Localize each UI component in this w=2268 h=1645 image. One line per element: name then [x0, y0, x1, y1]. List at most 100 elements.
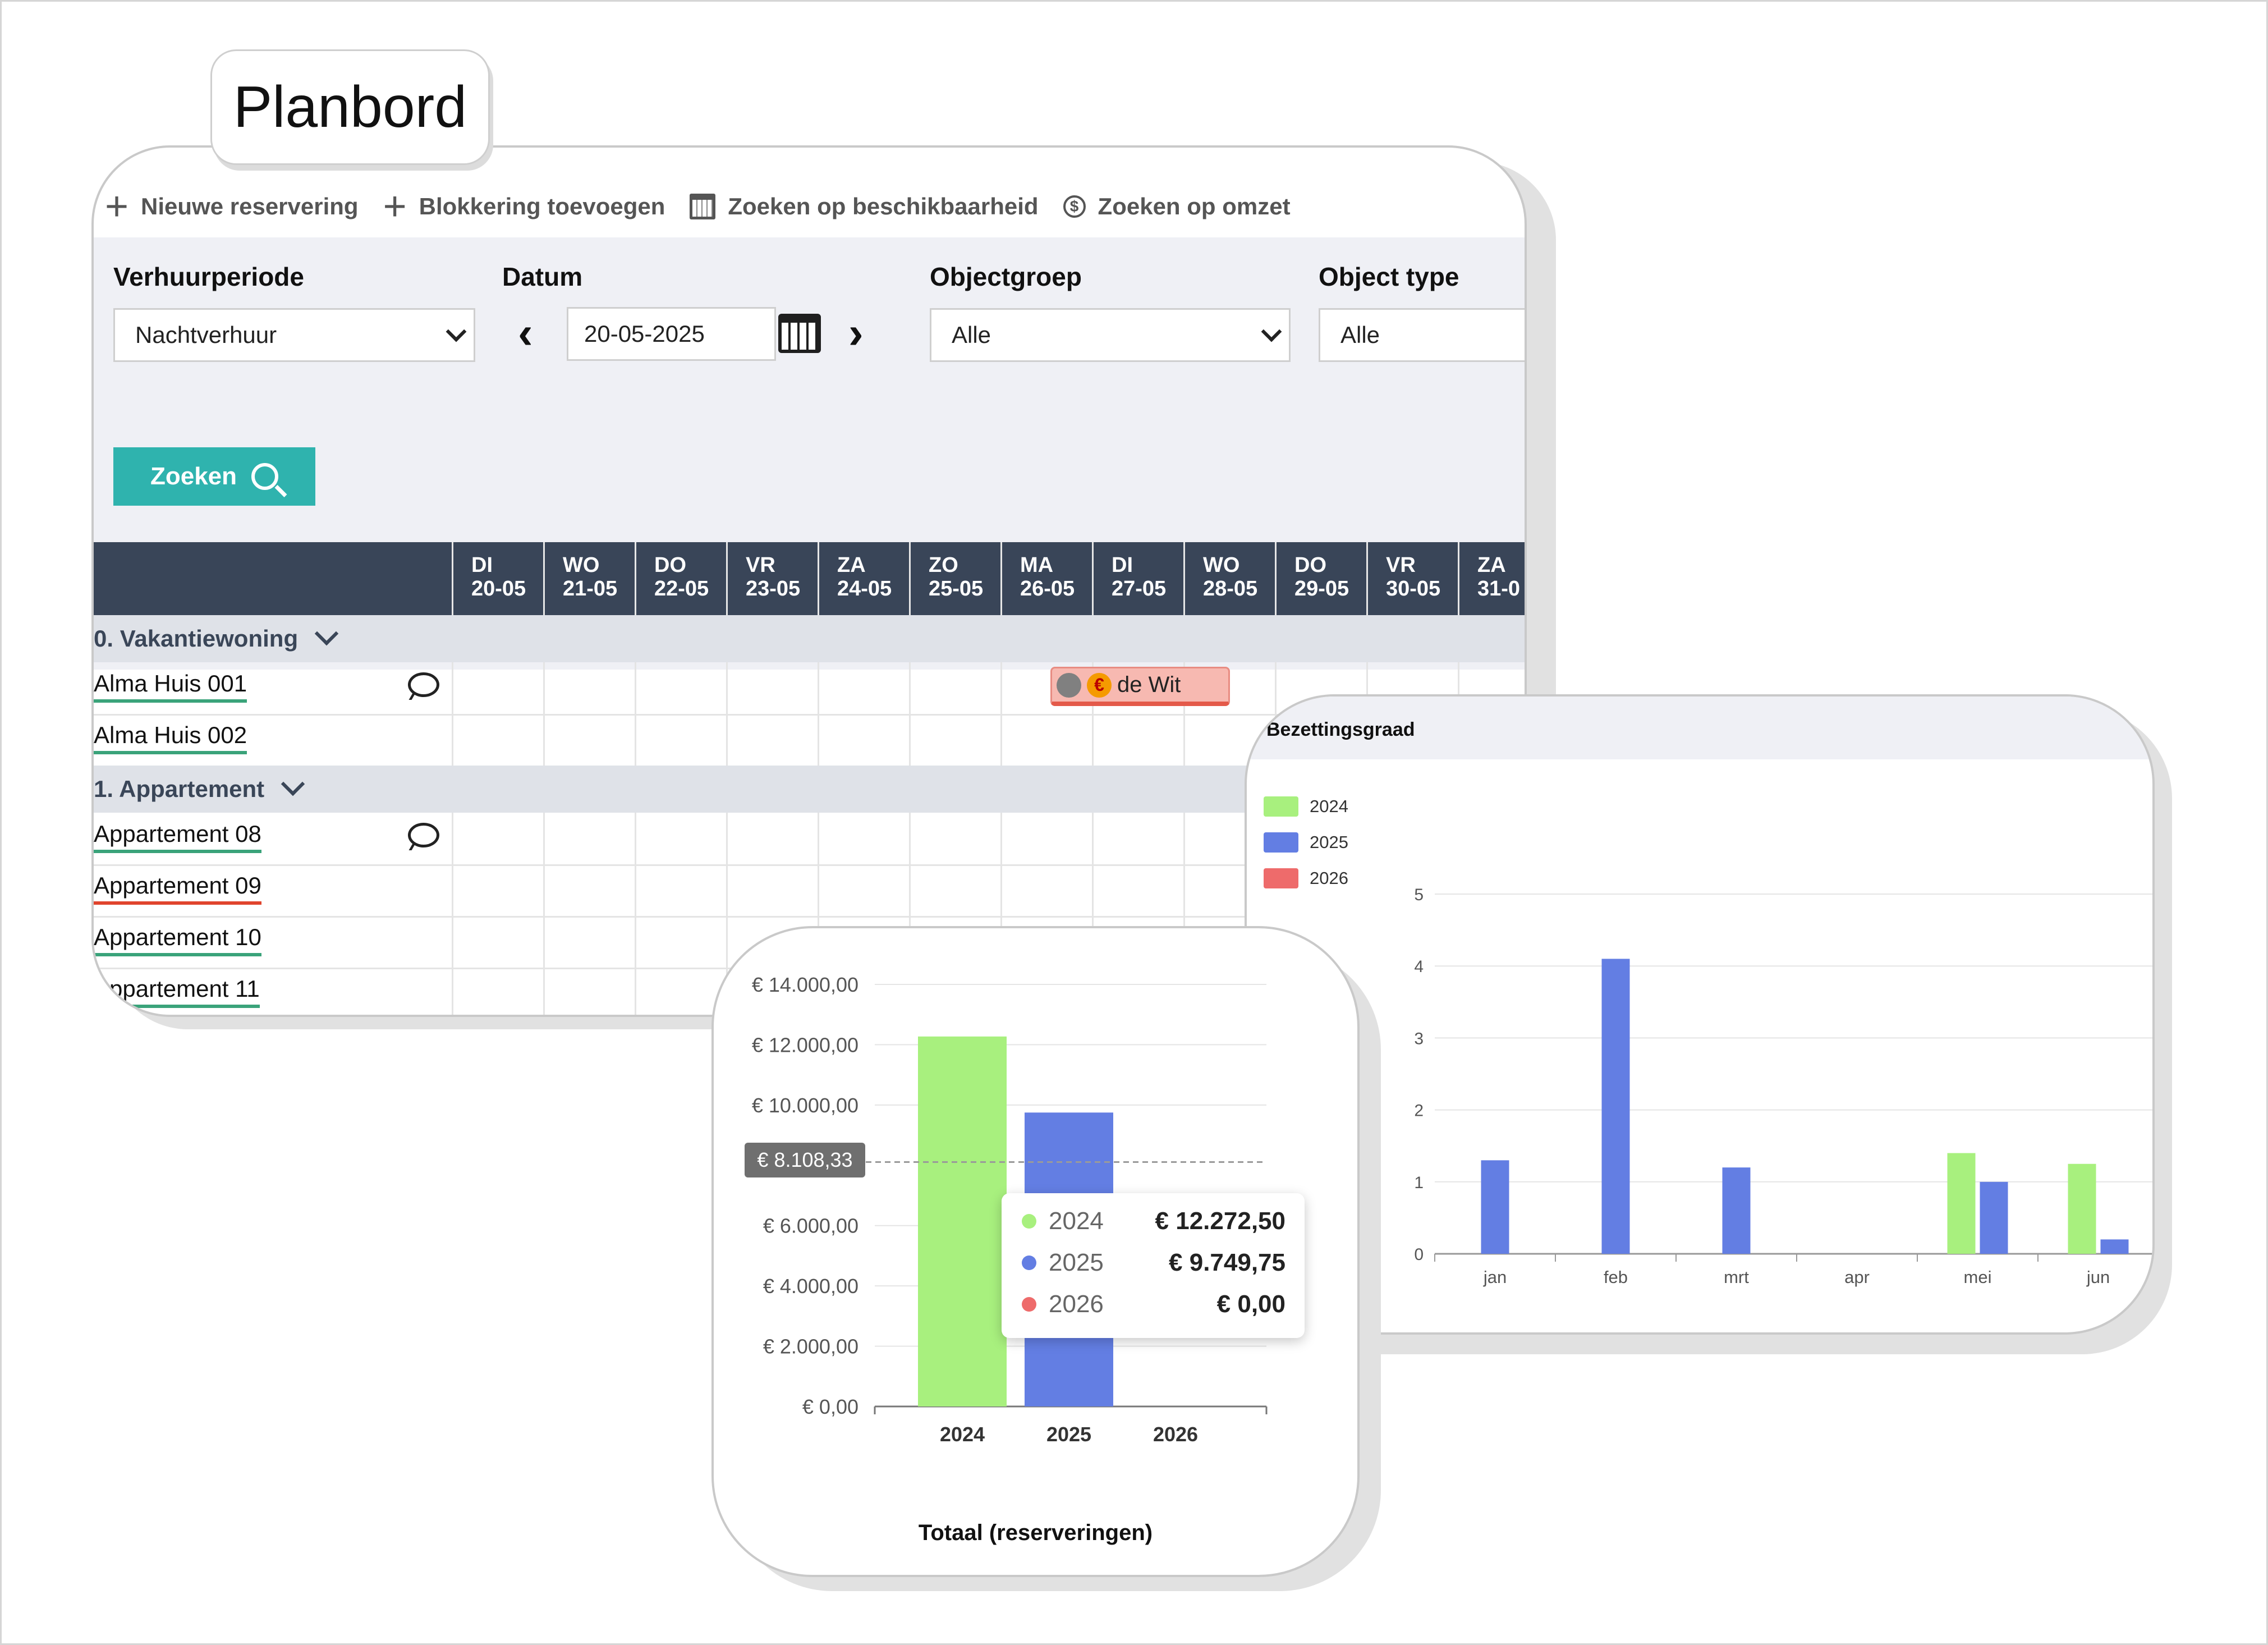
- calendar-cell[interactable]: [909, 864, 1000, 916]
- reservation-guest: de Wit: [1117, 672, 1181, 697]
- day-date: 28-05: [1203, 577, 1258, 601]
- object-name-link[interactable]: Appartement 10: [94, 924, 261, 956]
- object-name-link[interactable]: Alma Huis 002: [94, 722, 247, 754]
- new-reservation-label: Nieuwe reservering: [141, 193, 359, 219]
- calendar-cell[interactable]: [635, 813, 726, 864]
- x-tick-label: 2026: [1153, 1423, 1198, 1446]
- bar-2025-jun[interactable]: [2100, 1239, 2129, 1254]
- calendar-cell[interactable]: [635, 662, 726, 714]
- day-header[interactable]: MA 26-05: [1000, 542, 1092, 615]
- group-row[interactable]: 0. Vakantiewoning: [94, 615, 1525, 662]
- day-header[interactable]: DI 27-05: [1092, 542, 1183, 615]
- day-header[interactable]: DO 22-05: [635, 542, 726, 615]
- calendar-cell[interactable]: [635, 714, 726, 766]
- day-header[interactable]: VR 23-05: [726, 542, 818, 615]
- calendar-cell[interactable]: [635, 864, 726, 916]
- calendar-cell[interactable]: [909, 813, 1000, 864]
- day-header[interactable]: ZO 25-05: [909, 542, 1000, 615]
- calendar-cell[interactable]: [543, 864, 635, 916]
- calendar-cell[interactable]: [1092, 864, 1183, 916]
- occupancy-chart: 0 1 2 3 4 5 jan feb mrt apr mei jun: [1414, 886, 2152, 1287]
- y-tick-label: 4: [1414, 957, 1424, 976]
- bar-2025-mei[interactable]: [1980, 1181, 2008, 1254]
- next-date-button[interactable]: ›: [848, 310, 864, 355]
- bar-2025-feb[interactable]: [1601, 959, 1630, 1254]
- calendar-picker-icon[interactable]: [778, 314, 821, 353]
- calendar-cell[interactable]: [452, 714, 543, 766]
- new-reservation-button[interactable]: + Nieuwe reservering: [105, 186, 359, 227]
- object-group-select[interactable]: Alle: [930, 308, 1291, 362]
- previous-date-button[interactable]: ‹: [518, 310, 533, 355]
- day-header[interactable]: ZA 31-0: [1458, 542, 1525, 615]
- calendar-cell[interactable]: [726, 714, 818, 766]
- bar-2025-jan[interactable]: [1481, 1160, 1509, 1254]
- calendar-cell[interactable]: [1000, 813, 1092, 864]
- search-icon: [251, 463, 279, 490]
- calendar-cell[interactable]: [452, 662, 543, 714]
- calendar-cell[interactable]: [1000, 864, 1092, 916]
- day-header[interactable]: WO 28-05: [1183, 542, 1275, 615]
- calendar-cell[interactable]: [818, 662, 909, 714]
- calendar-cell[interactable]: [635, 916, 726, 968]
- object-name-link[interactable]: Alma Huis 001: [94, 670, 247, 703]
- search-revenue-button[interactable]: $ Zoeken op omzet: [1063, 193, 1291, 220]
- calendar-cell[interactable]: [818, 813, 909, 864]
- day-of-week: VR: [1386, 553, 1416, 577]
- object-name-link[interactable]: Appartement 08: [94, 821, 261, 853]
- calendar-cell[interactable]: [909, 662, 1000, 714]
- calendar-cell[interactable]: [726, 813, 818, 864]
- day-header[interactable]: DI 20-05: [452, 542, 543, 615]
- bar-2025-mrt[interactable]: [1722, 1167, 1751, 1254]
- object-type-select[interactable]: Alle: [1319, 308, 1525, 362]
- bar-2024-mei[interactable]: [1947, 1153, 1976, 1254]
- calendar-cell[interactable]: [543, 714, 635, 766]
- status-dot-icon: [1057, 672, 1081, 698]
- calendar-cell[interactable]: [635, 968, 726, 1015]
- day-date: 24-05: [837, 577, 892, 601]
- calendar-cell[interactable]: [726, 864, 818, 916]
- comment-icon[interactable]: [408, 672, 439, 697]
- tooltip-dot-2025: [1022, 1255, 1036, 1270]
- calendar-cell[interactable]: [1000, 714, 1092, 766]
- calendar-cell[interactable]: [818, 864, 909, 916]
- calendar-cell[interactable]: [543, 662, 635, 714]
- search-availability-button[interactable]: Zoeken op beschikbaarheid: [690, 193, 1039, 220]
- calendar-cell[interactable]: [726, 662, 818, 714]
- calendar-cell[interactable]: [909, 714, 1000, 766]
- search-button[interactable]: Zoeken: [113, 447, 315, 506]
- page-title: Planbord: [233, 74, 467, 140]
- bar-2024-jun[interactable]: [2068, 1163, 2096, 1254]
- rental-period-value: Nachtverhuur: [135, 322, 277, 348]
- calendar-cell[interactable]: [818, 714, 909, 766]
- bar-2024[interactable]: [918, 1036, 1007, 1406]
- chevron-down-icon[interactable]: [314, 621, 339, 646]
- chevron-down-icon[interactable]: [281, 772, 305, 796]
- day-header[interactable]: WO 21-05: [543, 542, 635, 615]
- tooltip-row-2025: 2025 € 9.749,75: [1022, 1246, 1285, 1280]
- reservation-block[interactable]: € de Wit: [1050, 667, 1230, 706]
- y-tick-label: 1: [1414, 1174, 1424, 1192]
- date-field[interactable]: 20-05-2025: [567, 307, 776, 361]
- y-tick-label: 2: [1414, 1102, 1424, 1120]
- rental-period-select[interactable]: Nachtverhuur: [113, 308, 475, 362]
- day-date: 31-0: [1477, 577, 1521, 601]
- tooltip-year: 2026: [1049, 1290, 1104, 1318]
- object-name-link[interactable]: Appartement 11: [94, 975, 260, 1008]
- calendar-cell[interactable]: [543, 916, 635, 968]
- calendar-cell[interactable]: [543, 813, 635, 864]
- add-block-button[interactable]: + Blokkering toevoegen: [383, 186, 665, 227]
- object-group-label: Objectgroep: [930, 262, 1082, 291]
- calendar-cell[interactable]: [543, 968, 635, 1015]
- calendar-cell[interactable]: [452, 968, 543, 1015]
- calendar-cell[interactable]: [452, 864, 543, 916]
- comment-icon[interactable]: [408, 823, 439, 847]
- calendar-cell[interactable]: [452, 813, 543, 864]
- day-header[interactable]: ZA 24-05: [818, 542, 909, 615]
- day-header[interactable]: DO 29-05: [1275, 542, 1366, 615]
- object-name-link[interactable]: Appartement 09: [94, 872, 261, 905]
- calendar-cell[interactable]: [452, 916, 543, 968]
- calendar-cell[interactable]: [1092, 813, 1183, 864]
- calendar-cell[interactable]: [1092, 714, 1183, 766]
- day-header[interactable]: VR 30-05: [1366, 542, 1458, 615]
- day-of-week: MA: [1020, 553, 1054, 577]
